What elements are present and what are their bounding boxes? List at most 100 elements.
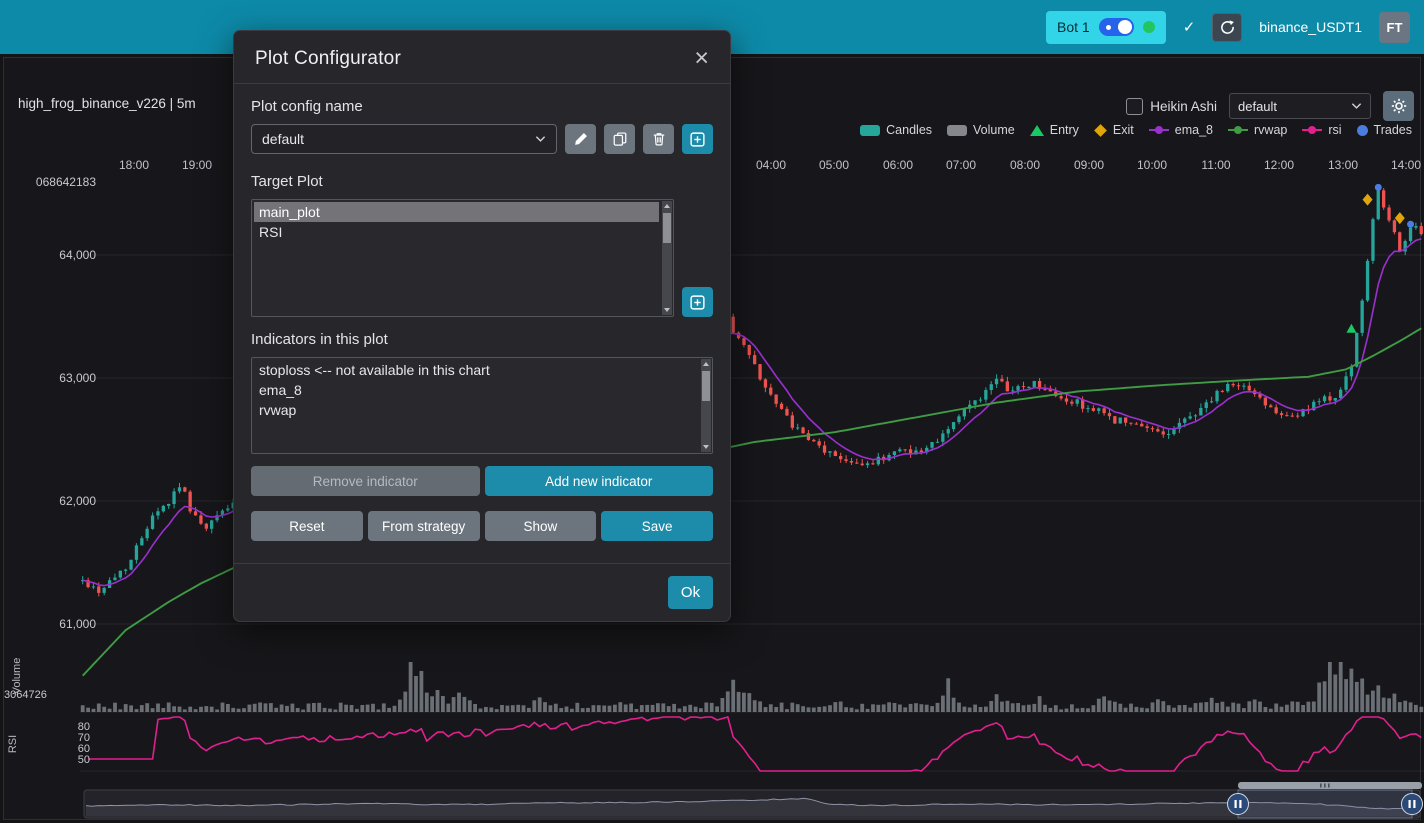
legend-label: Volume: [973, 123, 1015, 137]
modal-header: Plot Configurator ×: [234, 31, 730, 84]
svg-text:61,000: 61,000: [59, 617, 96, 631]
modal-body: Plot config name default: [234, 84, 730, 563]
toggle-dot: [1106, 25, 1111, 30]
bot-toggle[interactable]: [1099, 18, 1134, 36]
svg-text:64,000: 64,000: [59, 248, 96, 262]
svg-text:19:00: 19:00: [182, 158, 212, 172]
target-plot-option[interactable]: RSI: [254, 222, 659, 242]
svg-text:05:00: 05:00: [819, 158, 849, 172]
bot-name-label: Bot 1: [1057, 19, 1090, 35]
svg-text:13:00: 13:00: [1328, 158, 1358, 172]
add-new-indicator-button[interactable]: Add new indicator: [485, 466, 714, 496]
refresh-button[interactable]: [1212, 13, 1242, 42]
svg-text:RSI: RSI: [7, 735, 19, 753]
svg-text:Volume: Volume: [11, 658, 23, 695]
svg-text:63,000: 63,000: [59, 371, 96, 385]
ft-logo-button[interactable]: FT: [1379, 12, 1410, 43]
target-plot-list[interactable]: main_plotRSI: [251, 199, 674, 317]
reset-button[interactable]: Reset: [251, 511, 363, 541]
legend-label: Entry: [1050, 123, 1079, 137]
legend-item-Trades[interactable]: Trades: [1357, 123, 1412, 137]
from-strategy-button[interactable]: From strategy: [368, 511, 480, 541]
add-plot-button[interactable]: [682, 287, 713, 317]
remove-indicator-button[interactable]: Remove indicator: [251, 466, 480, 496]
svg-text:62,000: 62,000: [59, 494, 96, 508]
plot-settings-button[interactable]: [1383, 91, 1414, 121]
svg-text:09:00: 09:00: [1074, 158, 1104, 172]
check-icon: ✓: [1183, 18, 1196, 36]
target-plot-scrollbar[interactable]: [662, 201, 672, 315]
plot-config-select-value: default: [262, 131, 304, 147]
config-row: default: [251, 124, 713, 154]
legend-label: rsi: [1328, 123, 1341, 137]
svg-text:50: 50: [78, 754, 90, 766]
trades-legend-marker: [1357, 125, 1368, 136]
indicators-label: Indicators in this plot: [251, 331, 713, 348]
legend-item-rvwap[interactable]: rvwap: [1228, 123, 1287, 137]
candles-legend-marker: [860, 125, 880, 136]
legend-label: rvwap: [1254, 123, 1287, 137]
plot-config-header-select[interactable]: default: [1229, 93, 1371, 119]
legend-label: Trades: [1374, 123, 1412, 137]
scroll-up-icon[interactable]: [664, 204, 670, 208]
legend-item-Candles[interactable]: Candles: [860, 123, 932, 137]
svg-text:068642183: 068642183: [36, 175, 96, 189]
target-plot-option[interactable]: main_plot: [254, 202, 659, 222]
show-button[interactable]: Show: [485, 511, 597, 541]
exit-legend-marker: [1094, 124, 1107, 137]
entry-legend-marker: [1030, 125, 1044, 136]
indicator-option[interactable]: ema_8: [254, 380, 698, 400]
indicator-option[interactable]: rvwap: [254, 400, 698, 420]
modal-footer: Ok: [234, 563, 730, 621]
indicator-list[interactable]: stoploss <-- not available in this chart…: [251, 357, 713, 454]
app-root: Bot 1 ✓ binance_USDT1 FT high_frog_binan…: [0, 0, 1424, 823]
modal-title: Plot Configurator: [255, 48, 401, 70]
indicator-buttons-row: Remove indicator Add new indicator: [251, 466, 713, 496]
legend-item-ema_8[interactable]: ema_8: [1149, 123, 1213, 137]
plot-configurator-modal: Plot Configurator × Plot config name def…: [233, 30, 731, 622]
chevron-down-icon: [535, 135, 546, 143]
bot-selector[interactable]: Bot 1: [1046, 11, 1166, 44]
heikin-ashi-row[interactable]: Heikin Ashi: [1126, 98, 1217, 115]
trash-icon: [652, 132, 666, 146]
legend-label: Exit: [1113, 123, 1134, 137]
ok-button[interactable]: Ok: [668, 576, 713, 609]
svg-text:12:00: 12:00: [1264, 158, 1294, 172]
svg-text:10:00: 10:00: [1137, 158, 1167, 172]
gear-icon: [1391, 98, 1407, 114]
close-icon[interactable]: ×: [694, 46, 709, 71]
rename-config-button[interactable]: [565, 124, 596, 154]
refresh-icon: [1220, 20, 1235, 35]
scroll-down-icon[interactable]: [703, 445, 709, 449]
plot-config-select[interactable]: default: [251, 124, 557, 154]
legend-item-rsi[interactable]: rsi: [1302, 123, 1341, 137]
chart-controls: Heikin Ashi default: [1126, 91, 1414, 121]
delete-config-button[interactable]: [643, 124, 674, 154]
svg-text:11:00: 11:00: [1201, 158, 1230, 172]
legend-label: Candles: [886, 123, 932, 137]
ema_8-legend-marker: [1149, 125, 1169, 136]
duplicate-config-button[interactable]: [604, 124, 635, 154]
indicator-option[interactable]: stoploss <-- not available in this chart: [254, 360, 698, 380]
chevron-down-icon: [1351, 102, 1362, 110]
svg-text:07:00: 07:00: [946, 158, 976, 172]
indicator-scrollbar[interactable]: [701, 359, 711, 452]
target-plot-row: main_plotRSI: [251, 199, 713, 317]
heikin-ashi-checkbox[interactable]: [1126, 98, 1143, 115]
add-config-button[interactable]: [682, 124, 713, 154]
legend-item-Entry[interactable]: Entry: [1030, 123, 1079, 137]
legend-item-Volume[interactable]: Volume: [947, 123, 1015, 137]
scroll-up-icon[interactable]: [703, 362, 709, 366]
scroll-down-icon[interactable]: [664, 308, 670, 312]
svg-text:08:00: 08:00: [1010, 158, 1040, 172]
plot-config-header-select-value: default: [1238, 99, 1277, 114]
scroll-thumb[interactable]: [663, 213, 671, 243]
chart-legend: Candles Volume Entry Exit ema_8 rvwap rsi Trade…: [860, 123, 1412, 137]
svg-text:18:00: 18:00: [119, 158, 149, 172]
toggle-knob: [1118, 20, 1132, 34]
save-button[interactable]: Save: [601, 511, 713, 541]
scroll-thumb[interactable]: [702, 371, 710, 401]
legend-item-Exit[interactable]: Exit: [1094, 123, 1134, 137]
volume-legend-marker: [947, 125, 967, 136]
svg-text:04:00: 04:00: [756, 158, 786, 172]
